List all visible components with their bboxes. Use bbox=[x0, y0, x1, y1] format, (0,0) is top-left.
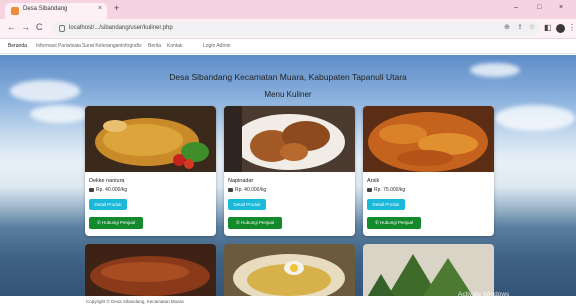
money-icon bbox=[367, 187, 372, 192]
detail-product-button[interactable]: Detail Produk bbox=[89, 199, 127, 210]
back-icon[interactable]: ← bbox=[7, 23, 16, 32]
page-title: Desa Sibandang Kecamatan Muara, Kabupate… bbox=[169, 72, 407, 82]
tab-close-icon[interactable]: × bbox=[98, 5, 102, 12]
nav-surat-keterangan[interactable]: Surat Keterangan bbox=[82, 43, 121, 49]
nav-informasi-pariwisata[interactable]: Informasi Pariwisata bbox=[36, 43, 81, 49]
price-text: Rp. 40.000/kg bbox=[235, 187, 267, 193]
product-price: Rp. 40.000/kg bbox=[228, 187, 266, 193]
close-window-icon[interactable]: × bbox=[559, 4, 563, 11]
product-name: Dekke naniura bbox=[89, 178, 125, 184]
product-image bbox=[85, 244, 216, 304]
cloud-shape bbox=[495, 105, 575, 131]
browser-tab[interactable]: Desa Sibandang × bbox=[5, 3, 107, 19]
contact-seller-label: Hubungi Penjual bbox=[380, 220, 414, 225]
product-card: Arsik Rp. 75.000/kg Detail Produk ✆ Hubu… bbox=[363, 106, 494, 236]
minimize-icon[interactable]: – bbox=[514, 4, 518, 11]
product-image bbox=[224, 106, 355, 172]
activate-windows-title: Activate Windows bbox=[458, 291, 510, 298]
info-icon[interactable] bbox=[59, 25, 65, 32]
zoom-icon[interactable]: ⊕ bbox=[504, 24, 510, 31]
nav-beranda[interactable]: Beranda bbox=[8, 43, 27, 49]
nav-infografis[interactable]: Infografis bbox=[121, 43, 142, 49]
browser-toolbar: ← → C localhost/.../sibandang/user/kulin… bbox=[0, 19, 576, 39]
detail-product-button[interactable]: Detail Produk bbox=[228, 199, 266, 210]
profile-avatar[interactable] bbox=[556, 24, 565, 33]
footer-copyright: Copyright © Desa Sibandang, Kecamatan Mu… bbox=[86, 299, 184, 304]
nav-kontak[interactable]: Kontak bbox=[167, 43, 183, 49]
money-icon bbox=[228, 187, 233, 192]
product-image bbox=[85, 106, 216, 172]
tab-title: Desa Sibandang bbox=[23, 6, 68, 12]
product-price: Rp. 75.000/kg bbox=[367, 187, 405, 193]
contact-seller-button[interactable]: ✆ Hubungi Penjual bbox=[367, 217, 421, 229]
detail-product-button[interactable]: Detail Produk bbox=[367, 199, 405, 210]
nav-login-admin[interactable]: Login Admin bbox=[203, 43, 231, 49]
activate-windows-sub: Go to Settings to activate Windows. bbox=[458, 300, 530, 305]
section-title: Menu Kuliner bbox=[264, 90, 312, 99]
product-name: Napinadar bbox=[228, 178, 254, 184]
price-text: Rp. 75.000/kg bbox=[374, 187, 406, 193]
contact-seller-label: Hubungi Penjual bbox=[241, 220, 275, 225]
product-price: Rp. 40.000/kg bbox=[89, 187, 127, 193]
product-card: Napinadar Rp. 40.000/kg Detail Produk ✆ … bbox=[224, 106, 355, 236]
browser-tab-strip: Desa Sibandang × + – □ × bbox=[0, 0, 576, 19]
product-card bbox=[85, 244, 216, 304]
reload-icon[interactable]: C bbox=[36, 23, 43, 32]
contact-seller-label: Hubungi Penjual bbox=[102, 220, 136, 225]
forward-icon[interactable]: → bbox=[21, 23, 30, 32]
product-image bbox=[363, 106, 494, 172]
site-navbar: Beranda Informasi Pariwisata Surat Keter… bbox=[0, 40, 576, 54]
product-name: Arsik bbox=[367, 178, 380, 184]
product-image bbox=[224, 244, 355, 304]
nav-berita[interactable]: Berita bbox=[148, 43, 161, 49]
site-favicon-icon bbox=[11, 7, 19, 15]
contact-seller-button[interactable]: ✆ Hubungi Penjual bbox=[89, 217, 143, 229]
money-icon bbox=[89, 187, 94, 192]
hero-section: Desa Sibandang Kecamatan Muara, Kabupate… bbox=[0, 55, 576, 308]
product-card: Dekke naniura Rp. 40.000/kg Detail Produ… bbox=[85, 106, 216, 236]
bookmark-star-icon[interactable]: ☆ bbox=[529, 24, 535, 31]
contact-seller-button[interactable]: ✆ Hubungi Penjual bbox=[228, 217, 282, 229]
new-tab-icon[interactable]: + bbox=[114, 4, 119, 13]
share-icon[interactable]: ⇪ bbox=[517, 24, 523, 31]
product-card bbox=[224, 244, 355, 304]
address-bar[interactable]: localhost/.../sibandang/user/kuliner.php… bbox=[52, 22, 540, 36]
menu-kebab-icon[interactable]: ⋮ bbox=[568, 24, 576, 32]
maximize-icon[interactable]: □ bbox=[537, 4, 541, 11]
url-text[interactable]: localhost/.../sibandang/user/kuliner.php bbox=[69, 25, 173, 31]
price-text: Rp. 40.000/kg bbox=[96, 187, 128, 193]
extensions-icon[interactable]: ◧ bbox=[544, 24, 552, 32]
cloud-shape bbox=[30, 105, 90, 123]
